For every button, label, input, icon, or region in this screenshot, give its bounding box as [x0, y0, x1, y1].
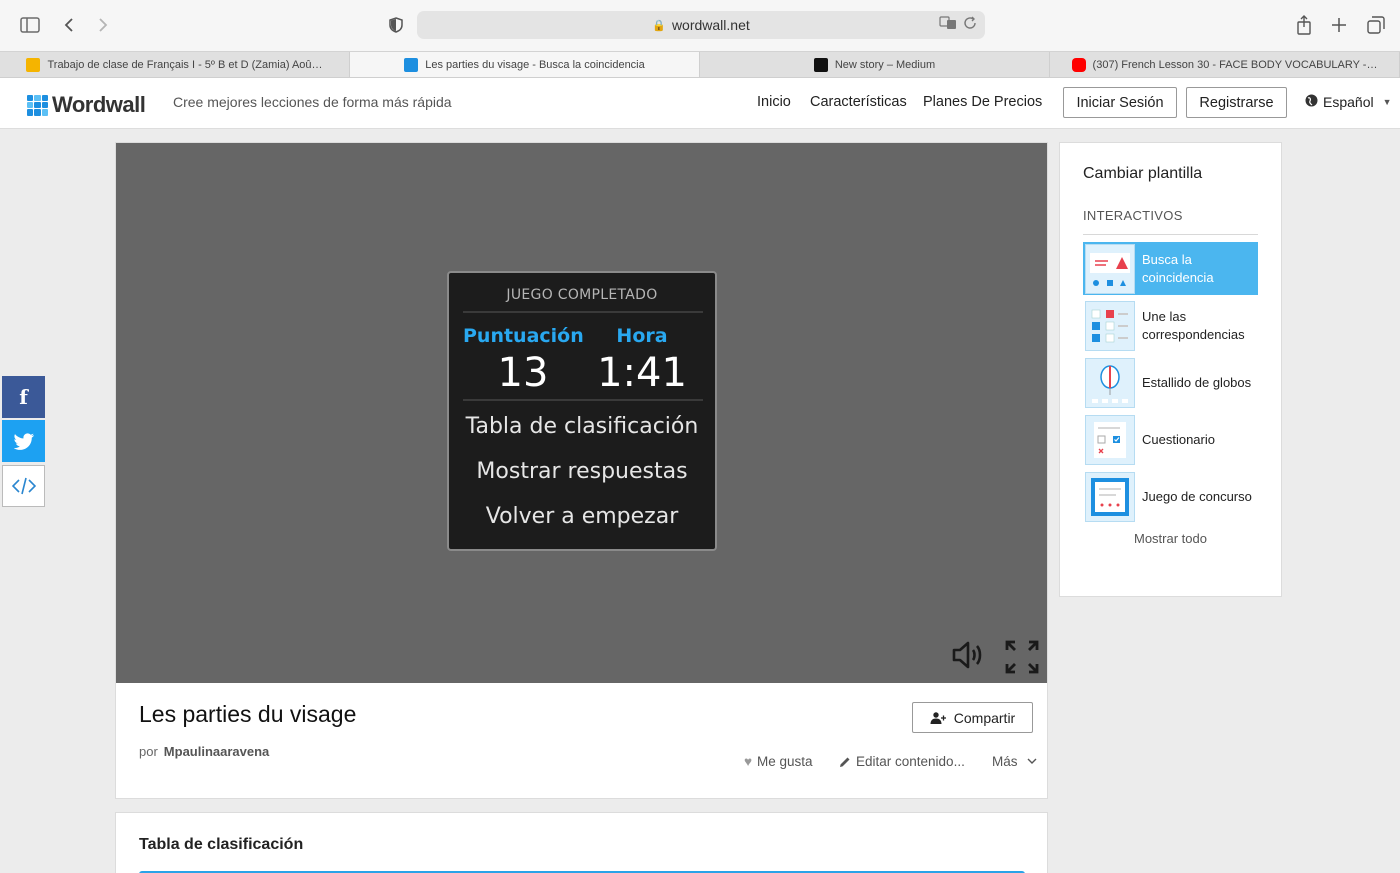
divider [463, 399, 703, 401]
new-tab-icon[interactable] [1327, 13, 1351, 37]
twitter-share-button[interactable] [2, 420, 45, 462]
time-label: Hora [616, 325, 668, 347]
address-bar[interactable]: 🔒 wordwall.net [417, 11, 985, 39]
globe-icon [1305, 94, 1318, 110]
show-answers-option[interactable]: Mostrar respuestas [449, 459, 715, 484]
template-match-up[interactable]: Une las correspondencias [1083, 299, 1258, 352]
divider [463, 311, 703, 313]
tab-classwork[interactable]: Trabajo de clase de Français I - 5º B et… [0, 52, 350, 77]
activity-byline: por Mpaulinaaravena [139, 744, 269, 759]
nav-home[interactable]: Inicio [757, 94, 791, 110]
facebook-share-button[interactable]: f [2, 376, 45, 418]
chevron-down-icon [1027, 758, 1037, 764]
tagline: Cree mejores lecciones de forma más rápi… [173, 94, 452, 110]
template-label: Busca la coincidencia [1142, 251, 1214, 285]
template-gameshow-quiz[interactable]: Juego de concurso [1083, 470, 1258, 523]
match-up-thumbnail-icon [1085, 300, 1135, 351]
tab-title: (307) French Lesson 30 - FACE BODY VOCAB… [1092, 58, 1378, 71]
translate-icon[interactable] [939, 16, 957, 33]
tab-medium[interactable]: New story – Medium [700, 52, 1050, 77]
heart-icon: ♥ [744, 754, 753, 769]
activity-title: Les parties du visage [139, 701, 357, 727]
reload-icon[interactable] [963, 16, 977, 33]
fullscreen-icon[interactable] [1005, 640, 1039, 679]
show-all-link[interactable]: Mostrar todo [1083, 531, 1258, 546]
game-complete-panel: JUEGO COMPLETADO Puntuación Hora 13 1:41… [447, 271, 717, 551]
leaderboard-option[interactable]: Tabla de clasificación [449, 414, 715, 439]
youtube-favicon-icon [1071, 57, 1086, 72]
template-balloon-pop[interactable]: Estallido de globos [1083, 356, 1258, 409]
score-value: 13 [497, 350, 549, 396]
tab-youtube[interactable]: (307) French Lesson 30 - FACE BODY VOCAB… [1050, 52, 1400, 77]
share-icon[interactable] [1292, 13, 1316, 37]
wordwall-logo-icon [27, 94, 48, 116]
tab-wordwall[interactable]: Les parties du visage - Busca la coincid… [350, 52, 700, 77]
gameshow-quiz-thumbnail-icon [1085, 471, 1135, 522]
user-share-icon [930, 711, 946, 724]
sidebar-toggle-icon[interactable] [18, 13, 42, 37]
sound-icon[interactable] [951, 640, 987, 675]
edit-content-button[interactable]: Editar contenido... [839, 754, 965, 769]
divider [1083, 234, 1258, 235]
logo-text: Wordwall [52, 92, 146, 117]
edit-label: Editar contenido... [856, 754, 965, 769]
find-the-match-thumbnail-icon [1085, 243, 1135, 294]
privacy-shield-icon[interactable] [384, 13, 408, 37]
template-find-the-match[interactable]: Busca la coincidencia [1083, 242, 1258, 295]
template-label: Cuestionario [1142, 431, 1215, 447]
wordwall-favicon-icon [404, 57, 419, 72]
like-button[interactable]: ♥ Me gusta [744, 754, 813, 769]
pencil-icon [840, 757, 850, 767]
signup-button[interactable]: Registrarse [1186, 87, 1287, 118]
twitter-icon [13, 432, 34, 450]
facebook-icon: f [19, 385, 28, 409]
forward-icon[interactable] [91, 13, 115, 37]
quiz-thumbnail-icon [1085, 414, 1135, 465]
caret-down-icon: ▼ [1382, 97, 1392, 107]
nav-pricing[interactable]: Planes De Precios [923, 94, 1042, 110]
code-icon [11, 477, 36, 495]
back-icon[interactable] [57, 13, 81, 37]
template-quiz[interactable]: Cuestionario [1083, 413, 1258, 466]
tab-title: Les parties du visage - Busca la coincid… [425, 58, 645, 71]
game-complete-heading: JUEGO COMPLETADO [506, 287, 658, 303]
author-link[interactable]: Mpaulinaaravena [164, 744, 270, 759]
language-selector[interactable]: Español ▼ [1305, 94, 1392, 110]
share-label: Compartir [953, 709, 1016, 726]
tab-overview-icon[interactable] [1364, 13, 1388, 37]
template-label: Estallido de globos [1142, 374, 1252, 390]
balloon-pop-thumbnail-icon [1085, 357, 1135, 408]
language-label: Español [1323, 94, 1374, 110]
like-label: Me gusta [757, 754, 813, 769]
url-text: wordwall.net [671, 17, 750, 33]
sidebar-section-heading: INTERACTIVOS [1083, 208, 1183, 223]
leaderboard-card: Tabla de clasificación [115, 812, 1048, 873]
nav-features[interactable]: Características [810, 94, 907, 110]
tab-title: New story – Medium [834, 58, 936, 71]
leaderboard-title: Tabla de clasificación [139, 836, 304, 853]
game-area[interactable]: JUEGO COMPLETADO Puntuación Hora 13 1:41… [116, 143, 1047, 683]
activity-card: JUEGO COMPLETADO Puntuación Hora 13 1:41… [115, 142, 1048, 799]
site-header: Wordwall Cree mejores lecciones de forma… [0, 78, 1400, 129]
time-value: 1:41 [597, 350, 687, 396]
restart-option[interactable]: Volver a empezar [449, 504, 715, 529]
sidebar-title: Cambiar plantilla [1083, 165, 1203, 182]
more-button[interactable]: Más [992, 754, 1037, 769]
by-label: por [139, 744, 158, 759]
template-label: Juego de concurso [1142, 488, 1252, 504]
browser-toolbar: 🔒 wordwall.net [0, 0, 1400, 51]
medium-favicon-icon [813, 57, 828, 72]
template-sidebar: Cambiar plantilla INTERACTIVOS Busca la … [1059, 142, 1282, 597]
score-label: Puntuación [463, 325, 584, 347]
share-button[interactable]: Compartir [912, 702, 1033, 733]
more-label: Más [992, 754, 1018, 769]
template-label: Une las correspondencias [1142, 308, 1245, 342]
embed-button[interactable] [2, 465, 45, 507]
lock-icon: 🔒 [652, 19, 666, 32]
tab-title: Trabajo de clase de Français I - 5º B et… [47, 58, 323, 71]
tab-bar: Trabajo de clase de Français I - 5º B et… [0, 51, 1400, 78]
wordwall-logo[interactable]: Wordwall [27, 92, 146, 118]
login-button[interactable]: Iniciar Sesión [1063, 87, 1177, 118]
classroom-favicon-icon [26, 57, 41, 72]
